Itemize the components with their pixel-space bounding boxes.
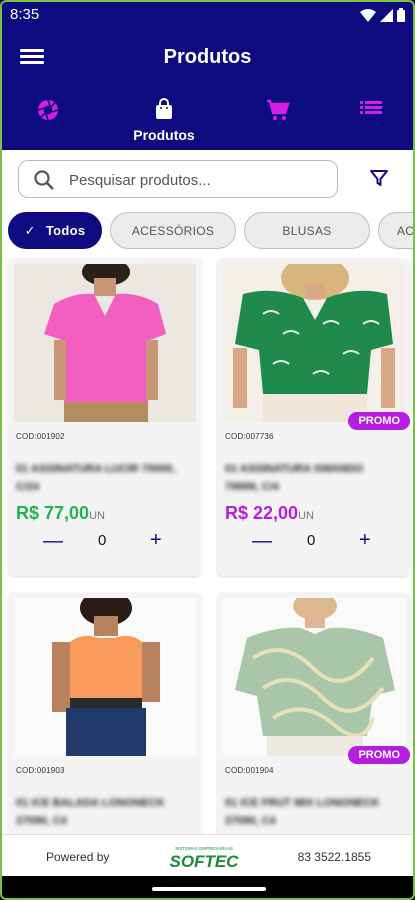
nav-products-label: Produtos [133, 127, 195, 143]
check-icon: ✓ [24, 222, 36, 238]
quantity-stepper: — 0 + [8, 529, 201, 553]
product-code: COD:001904 [225, 766, 274, 775]
status-time: 8:35 [10, 6, 40, 23]
product-image [223, 264, 405, 422]
page-title: Produtos [163, 46, 252, 68]
product-name: 01 ASSINATURA LUCIR 70000, C/24 [16, 463, 176, 493]
nav-list[interactable] [360, 98, 382, 121]
signal-icon [380, 8, 393, 22]
search-row [18, 160, 401, 200]
price-unit: UN [298, 510, 314, 522]
search-icon [34, 170, 54, 190]
product-name: 01 ICE BALADA LONGNECK 27090, C4 [16, 797, 165, 827]
contact-phone: 83 3522.1855 [297, 850, 371, 864]
wifi-icon [360, 8, 376, 22]
quantity-value: 0 [307, 532, 316, 549]
chip-blusas[interactable]: BLUSAS [244, 212, 370, 249]
gesture-bar [2, 876, 413, 898]
increase-button[interactable]: + [150, 529, 162, 552]
promo-badge: PROMO [348, 412, 410, 430]
status-bar: 8:35 [10, 6, 405, 26]
search-input[interactable] [69, 168, 329, 192]
product-card[interactable]: PROMO COD:007736 01 ASSINATURA SWANDO 79… [217, 258, 410, 576]
battery-icon [397, 8, 405, 22]
product-price: R$ 22,00UN [225, 503, 314, 524]
softec-logo: SISTEMAS EMPRESARIAIS SOFTEC [170, 846, 240, 871]
app-header: 8:35 Produtos Produtos [2, 2, 413, 150]
list-icon [360, 101, 382, 114]
chip-todos[interactable]: ✓ Todos [8, 212, 102, 249]
product-price: R$ 77,00UN [16, 503, 105, 524]
powered-by-label: Powered by [46, 850, 110, 864]
product-code: COD:007736 [225, 432, 274, 441]
home-indicator[interactable] [152, 887, 266, 891]
product-code: COD:001902 [16, 432, 65, 441]
product-name: 01 ASSINATURA SWANDO 79999, C/4 [225, 463, 364, 493]
quantity-stepper: — 0 + [217, 529, 410, 553]
chip-label: Todos [45, 223, 86, 238]
category-chips: ✓ Todos ACESSÓRIOS BLUSAS AC [8, 212, 415, 250]
product-code: COD:001903 [16, 766, 65, 775]
chip-acessorios[interactable]: ACESSÓRIOS [110, 212, 236, 249]
chip-label: AC [397, 223, 415, 238]
search-box[interactable] [18, 160, 338, 198]
nav-products-tab[interactable]: Produtos [132, 98, 196, 143]
product-card[interactable]: COD:001902 01 ASSINATURA LUCIR 70000, C/… [8, 258, 201, 576]
filter-icon[interactable] [369, 168, 389, 188]
footer: Powered by SISTEMAS EMPRESARIAIS SOFTEC … [2, 834, 413, 876]
price-value: R$ 77,00 [16, 503, 90, 523]
status-icons [360, 8, 405, 22]
product-image [14, 264, 196, 422]
nav-cart[interactable] [266, 98, 290, 127]
product-image [223, 598, 405, 756]
decrease-button[interactable]: — [252, 530, 272, 553]
shopping-bag-icon [156, 98, 172, 119]
camera-shutter-icon [37, 99, 59, 121]
price-unit: UN [89, 510, 105, 522]
chip-label: BLUSAS [282, 223, 332, 238]
promo-badge: PROMO [348, 746, 410, 764]
increase-button[interactable]: + [359, 529, 371, 552]
product-name: 01 ICE FRUT MIX LONGNECK 27090, C4 [225, 797, 380, 827]
nav-camera[interactable] [36, 98, 60, 127]
app-screen: 8:35 Produtos Produtos Pesquisar produto… [0, 0, 415, 900]
logo-tagline: SISTEMAS EMPRESARIAIS [175, 846, 233, 851]
logo-text: SOFTEC [170, 852, 240, 871]
price-value: R$ 22,00 [225, 503, 299, 523]
chip-label: ACESSÓRIOS [131, 223, 215, 238]
decrease-button[interactable]: — [43, 530, 63, 553]
quantity-value: 0 [98, 532, 107, 549]
chip-ac[interactable]: AC [378, 212, 415, 249]
cart-icon [267, 99, 290, 120]
product-image [14, 598, 196, 756]
